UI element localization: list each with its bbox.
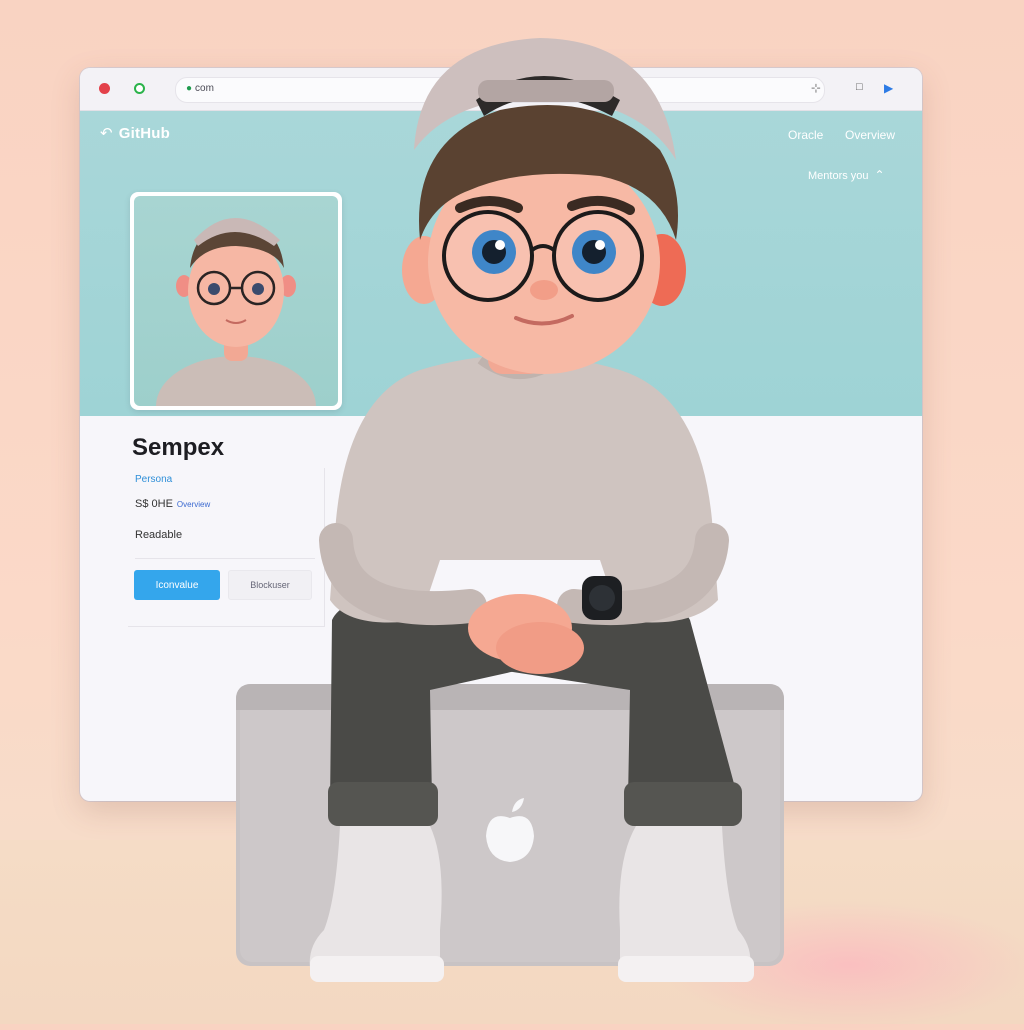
avatar-illustration [156,218,316,406]
info-panel [128,468,325,627]
chevron-up-icon: ⌃ [874,168,885,182]
primary-action-button[interactable]: Iconvalue [134,570,220,600]
back-arrow-icon[interactable]: ↶ [100,124,113,142]
bookmark-icon[interactable]: □ [856,81,863,93]
window-maximize-dot[interactable] [134,83,145,94]
nav-oracle[interactable]: Oracle [788,128,823,142]
profile-stats: S$ 0HE Overview [135,498,211,510]
extension-icon[interactable]: ▶ [884,81,893,95]
nav-overview[interactable]: Overview [845,128,895,142]
secondary-action-button[interactable]: Blockuser [228,570,312,600]
window-close-dot[interactable] [99,83,110,94]
watch-icon [582,576,622,620]
nose [530,280,558,300]
profile-role: Persona [135,474,173,485]
stats-link[interactable]: Overview [177,500,210,509]
lock-icon: ● [186,83,193,94]
avatar[interactable] [130,192,342,410]
brand-link[interactable]: ↶ GitHub [100,124,170,142]
profile-location: Readable [135,529,183,541]
profile-name: Sempex [132,434,225,461]
url-text: ● com [186,83,214,94]
divider [135,558,315,559]
nav-mentors[interactable]: Mentors you ⌃ [808,168,885,182]
tab-icon[interactable]: ⊹ [811,81,821,95]
brand-name: GitHub [118,125,170,142]
avatar-image [134,196,338,406]
